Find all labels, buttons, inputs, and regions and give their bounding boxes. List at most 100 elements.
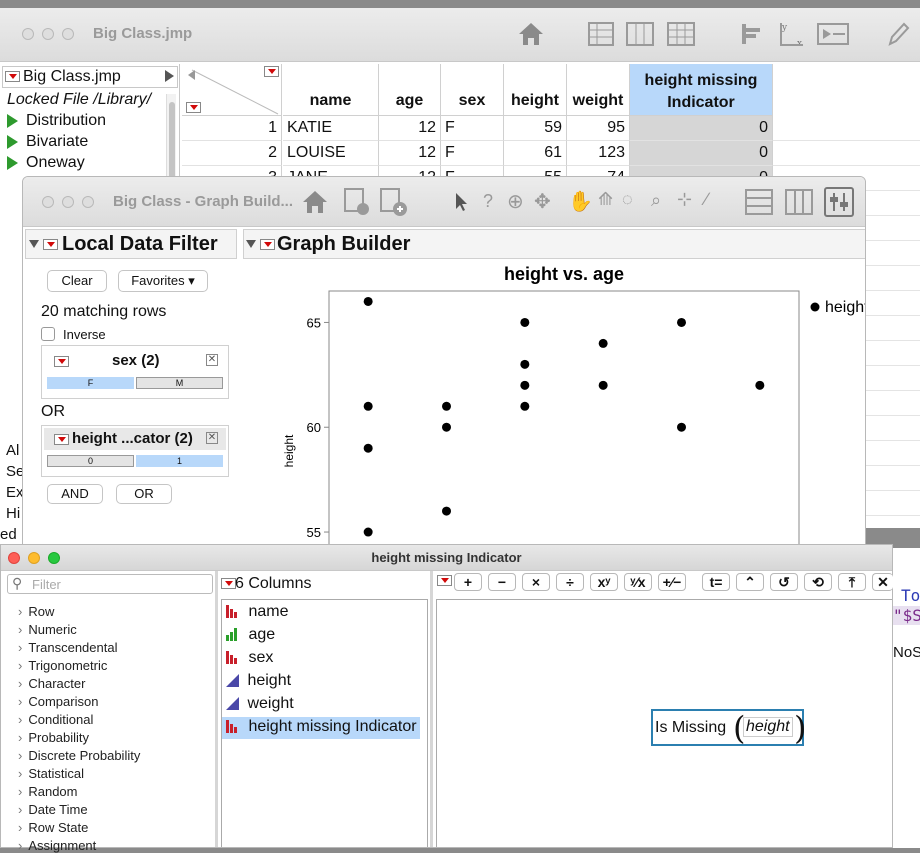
column-header-sex[interactable]: sex bbox=[441, 64, 504, 116]
formula-expression[interactable]: Is Missing ( height ) bbox=[651, 709, 806, 747]
filter-level-m[interactable]: M bbox=[136, 377, 223, 389]
formula-operator-button[interactable]: xʸ bbox=[590, 573, 618, 591]
table-cell[interactable]: 61 bbox=[504, 141, 567, 166]
table-cell[interactable]: 95 bbox=[567, 116, 630, 141]
magnifier-tool-icon[interactable]: ⌕ bbox=[651, 190, 661, 211]
filter-level-f[interactable]: F bbox=[47, 377, 134, 389]
new-script-icon[interactable] bbox=[379, 187, 409, 217]
formula-operator-button[interactable]: − bbox=[488, 573, 516, 591]
formula-titlebar[interactable]: height missing Indicator bbox=[1, 545, 892, 571]
home-icon[interactable] bbox=[301, 189, 329, 215]
local-data-filter-header[interactable]: Local Data Filter bbox=[25, 229, 237, 259]
close-button[interactable] bbox=[42, 196, 54, 208]
table-cell[interactable]: KATIE bbox=[283, 116, 379, 141]
clear-button[interactable]: Clear bbox=[47, 270, 107, 292]
argument-height[interactable]: height bbox=[743, 717, 793, 737]
function-category[interactable]: Transcendental bbox=[18, 640, 117, 655]
function-category[interactable]: Conditional bbox=[18, 712, 93, 727]
red-triangle-menu-icon[interactable] bbox=[264, 66, 279, 77]
table-row[interactable]: 2 LOUISE 12 F 61 123 0 bbox=[182, 141, 773, 166]
formula-operator-button[interactable]: + bbox=[454, 573, 482, 591]
formula-operator-button[interactable]: ⤒ bbox=[838, 573, 866, 591]
function-category[interactable]: Numeric bbox=[18, 622, 76, 637]
remove-filter-icon[interactable]: ✕ bbox=[206, 432, 218, 444]
scale-tool-icon[interactable]: ⊹ bbox=[677, 189, 692, 210]
red-triangle-menu-icon[interactable] bbox=[54, 434, 69, 445]
table-cell[interactable]: 123 bbox=[567, 141, 630, 166]
column-item[interactable]: height bbox=[226, 671, 291, 693]
and-button[interactable]: AND bbox=[47, 484, 103, 504]
data-table-titlebar[interactable]: Big Class.jmp yx bbox=[0, 8, 920, 62]
rows-layout-icon[interactable] bbox=[745, 189, 773, 215]
minimize-button[interactable] bbox=[62, 196, 74, 208]
column-item[interactable]: height missing Indicator bbox=[222, 717, 420, 739]
column-header-weight[interactable]: weight bbox=[567, 64, 630, 116]
grid-icon[interactable] bbox=[667, 22, 695, 46]
script-icon[interactable] bbox=[343, 187, 371, 217]
or-button[interactable]: OR bbox=[116, 484, 172, 504]
table-cell[interactable]: 12 bbox=[379, 141, 441, 166]
function-category[interactable]: Probability bbox=[18, 730, 89, 745]
table-cell[interactable]: 0 bbox=[630, 141, 773, 166]
hand-tool-icon[interactable]: ✋ bbox=[568, 189, 593, 214]
formula-operator-button[interactable]: ↺ bbox=[770, 573, 798, 591]
filter-level-0[interactable]: 0 bbox=[47, 455, 134, 467]
function-category[interactable]: Row State bbox=[18, 820, 88, 835]
table-cell[interactable]: 59 bbox=[504, 116, 567, 141]
red-triangle-menu-icon[interactable] bbox=[43, 239, 58, 250]
distribution-icon[interactable] bbox=[740, 22, 764, 46]
home-icon[interactable] bbox=[517, 21, 545, 47]
formula-operator-button[interactable]: ⌃ bbox=[736, 573, 764, 591]
formula-operator-button[interactable]: × bbox=[522, 573, 550, 591]
formula-operator-button[interactable]: ⟲ bbox=[804, 573, 832, 591]
red-triangle-menu-icon[interactable] bbox=[221, 578, 236, 589]
panel-divider[interactable] bbox=[215, 571, 218, 847]
function-category[interactable]: Comparison bbox=[18, 694, 98, 709]
formula-operator-button[interactable]: +⁄− bbox=[658, 573, 686, 591]
graph-builder-header[interactable]: Graph Builder bbox=[243, 229, 865, 259]
table-panel-header[interactable]: Big Class.jmp bbox=[2, 66, 178, 88]
formula-operator-button[interactable]: ÷ bbox=[556, 573, 584, 591]
function-category[interactable]: Random bbox=[18, 784, 77, 799]
columns-icon[interactable] bbox=[626, 22, 654, 46]
formula-operator-button[interactable]: ✕ bbox=[872, 573, 893, 591]
function-category[interactable]: Statistical bbox=[18, 766, 84, 781]
is-missing-function[interactable]: Is Missing bbox=[655, 719, 726, 737]
columns-header[interactable]: 6 Columns bbox=[219, 574, 429, 596]
table-cell[interactable]: F bbox=[441, 116, 504, 141]
fit-model-icon[interactable] bbox=[817, 20, 849, 48]
brush-tool-icon[interactable]: ⟰ bbox=[598, 189, 613, 210]
function-category[interactable]: Date Time bbox=[18, 802, 87, 817]
function-category[interactable]: Trigonometric bbox=[18, 658, 107, 673]
arrow-tool-icon[interactable] bbox=[453, 191, 469, 213]
inverse-checkbox[interactable] bbox=[41, 327, 55, 341]
filter-level-1[interactable]: 1 bbox=[136, 455, 223, 467]
red-triangle-menu-icon[interactable] bbox=[437, 575, 452, 586]
panel-divider[interactable] bbox=[430, 571, 433, 847]
function-category[interactable]: Discrete Probability bbox=[18, 748, 140, 763]
function-category[interactable]: Assignment bbox=[18, 838, 96, 853]
function-category[interactable]: Character bbox=[18, 676, 85, 691]
table-cell[interactable]: F bbox=[441, 141, 504, 166]
run-script-icon[interactable] bbox=[7, 113, 18, 128]
controls-icon[interactable] bbox=[824, 187, 854, 217]
expand-triangle-icon[interactable] bbox=[165, 70, 174, 82]
remove-filter-icon[interactable]: ✕ bbox=[206, 354, 218, 366]
table-cell[interactable]: LOUISE bbox=[283, 141, 379, 166]
collapse-triangle-icon[interactable] bbox=[246, 240, 256, 248]
formula-operator-button[interactable]: t= bbox=[702, 573, 730, 591]
script-item[interactable]: Bivariate bbox=[7, 133, 106, 154]
collapse-triangle-icon[interactable] bbox=[29, 240, 39, 248]
graph-builder-titlebar[interactable]: Big Class - Graph Build... ? ⊕ ✥ ✋ ⟰ ◌ ⌕… bbox=[23, 177, 865, 227]
column-item[interactable]: age bbox=[226, 625, 275, 647]
table-icon[interactable] bbox=[588, 22, 614, 46]
column-header-name[interactable]: name bbox=[283, 64, 379, 116]
favorites-button[interactable]: Favorites ▾ bbox=[118, 270, 208, 292]
lasso-tool-icon[interactable]: ◌ bbox=[622, 189, 633, 210]
function-category[interactable]: Row bbox=[18, 604, 54, 619]
help-tool-icon[interactable]: ? bbox=[483, 191, 493, 212]
script-item[interactable]: Oneway bbox=[7, 154, 106, 175]
run-script-icon[interactable] bbox=[7, 134, 18, 149]
table-row[interactable]: 1 KATIE 12 F 59 95 0 bbox=[182, 116, 773, 141]
table-cell[interactable]: 12 bbox=[379, 116, 441, 141]
